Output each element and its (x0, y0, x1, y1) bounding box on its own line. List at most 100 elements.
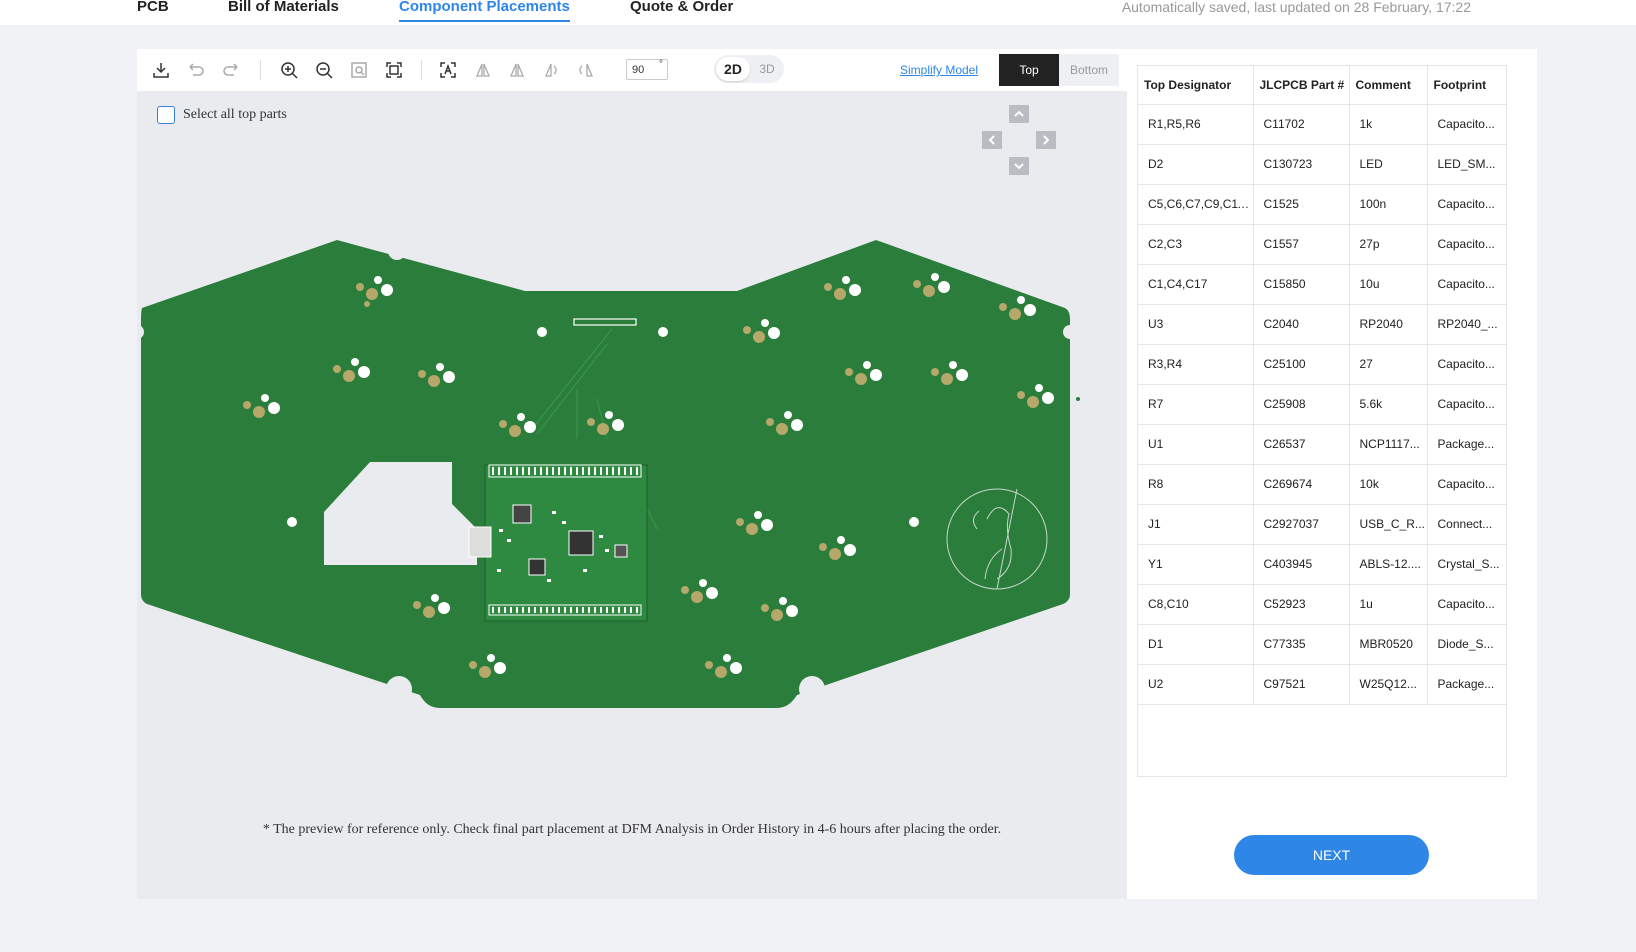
table-row[interactable]: D1 C77335 MBR0520 Diode_S... (1138, 624, 1506, 665)
column-header-footprint[interactable]: Footprint (1427, 66, 1506, 105)
fit-screen-icon[interactable] (383, 59, 405, 81)
cell-part-number: C77335 (1253, 624, 1350, 665)
table-header-row: Top Designator JLCPCB Part # Comment Foo… (1138, 66, 1506, 105)
table-row[interactable]: C1,C4,C17 C15850 10u Capacito... (1138, 264, 1506, 305)
table-row[interactable]: C8,C10 C52923 1u Capacito... (1138, 584, 1506, 625)
cell-part-number: C1557 (1253, 224, 1350, 265)
tab-bill-of-materials[interactable]: Bill of Materials (228, 0, 339, 15)
tab-quote-order[interactable]: Quote & Order (630, 0, 733, 15)
cell-footprint: Diode_S... (1427, 624, 1506, 665)
mode-2d-button[interactable]: 2D (716, 57, 750, 81)
cell-part-number: C2040 (1253, 304, 1350, 345)
cell-designator: R8 (1138, 464, 1254, 505)
text-toggle-icon[interactable] (437, 59, 459, 81)
cell-designator: U3 (1138, 304, 1254, 345)
undo-icon[interactable] (185, 59, 207, 81)
placement-parts-table: Top Designator JLCPCB Part # Comment Foo… (1137, 65, 1507, 777)
table-row[interactable]: D2 C130723 LED LED_SM... (1138, 144, 1506, 185)
cell-footprint: Capacito... (1427, 384, 1506, 425)
side-top-button[interactable]: Top (999, 54, 1059, 86)
column-header-designator[interactable]: Top Designator (1138, 66, 1254, 105)
cell-part-number: C269674 (1253, 464, 1350, 505)
cell-designator: C8,C10 (1138, 584, 1254, 625)
cell-comment: 10u (1349, 264, 1428, 305)
cell-designator: J1 (1138, 504, 1254, 545)
table-row[interactable]: U1 C26537 NCP1117... Package... (1138, 424, 1506, 465)
pan-right-button[interactable] (1036, 131, 1056, 149)
cell-comment: W25Q12... (1349, 664, 1428, 705)
next-button[interactable]: NEXT (1234, 835, 1429, 875)
cell-designator: Y1 (1138, 544, 1254, 585)
rotation-value: 90 (632, 64, 645, 76)
cell-part-number: C11702 (1253, 104, 1350, 145)
cell-footprint: Capacito... (1427, 184, 1506, 225)
table-row[interactable]: C2,C3 C1557 27p Capacito... (1138, 224, 1506, 265)
table-row[interactable]: R8 C269674 10k Capacito... (1138, 464, 1506, 505)
flip-vertical-icon[interactable] (506, 59, 528, 81)
toolbar-divider (421, 60, 422, 80)
pan-down-button[interactable] (1009, 157, 1029, 175)
cell-footprint: Connect... (1427, 504, 1506, 545)
cell-part-number: C2927037 (1253, 504, 1350, 545)
table-row[interactable]: R7 C25908 5.6k Capacito... (1138, 384, 1506, 425)
cell-comment: ABLS-12.... (1349, 544, 1428, 585)
simplify-model-link[interactable]: Simplify Model (900, 63, 978, 77)
table-row[interactable]: U2 C97521 W25Q12... Package... (1138, 664, 1506, 705)
cell-comment: LED (1349, 144, 1428, 185)
select-all-checkbox[interactable] (157, 106, 175, 124)
cell-comment: 5.6k (1349, 384, 1428, 425)
cell-part-number: C52923 (1253, 584, 1350, 625)
download-icon[interactable] (150, 59, 172, 81)
cell-designator: C5,C6,C7,C9,C11... (1138, 184, 1254, 225)
table-row[interactable]: C5,C6,C7,C9,C11... C1525 100n Capacito... (1138, 184, 1506, 225)
cell-part-number: C1525 (1253, 184, 1350, 225)
cell-part-number: C97521 (1253, 664, 1350, 705)
cell-designator: U2 (1138, 664, 1254, 705)
cell-footprint: Capacito... (1427, 224, 1506, 265)
top-navigation: PCB Bill of Materials Component Placemen… (0, 0, 1636, 25)
cell-footprint: LED_SM... (1427, 144, 1506, 185)
cell-designator: U1 (1138, 424, 1254, 465)
column-header-comment[interactable]: Comment (1349, 66, 1428, 105)
cell-footprint: RP2040_... (1427, 304, 1506, 345)
cell-designator: R1,R5,R6 (1138, 104, 1254, 145)
rotate-left-icon[interactable] (540, 59, 562, 81)
table-row[interactable]: R1,R5,R6 C11702 1k Capacito... (1138, 104, 1506, 145)
viewer-toolbar: 90 ° 2D 3D Simplify Model Top Bottom (137, 49, 1127, 91)
tab-pcb[interactable]: PCB (137, 0, 169, 15)
rotation-angle-input[interactable]: 90 ° (626, 59, 668, 80)
table-row[interactable]: J1 C2927037 USB_C_R... Connect... (1138, 504, 1506, 545)
zoom-area-icon[interactable] (348, 59, 370, 81)
cell-part-number: C15850 (1253, 264, 1350, 305)
tab-component-placements[interactable]: Component Placements (399, 0, 570, 22)
flip-horizontal-icon[interactable] (472, 59, 494, 81)
select-all-top-parts[interactable]: Select all top parts (157, 106, 287, 124)
table-row[interactable]: Y1 C403945 ABLS-12.... Crystal_S... (1138, 544, 1506, 585)
pan-left-button[interactable] (982, 131, 1002, 149)
mode-3d-button[interactable]: 3D (752, 57, 782, 81)
redo-icon[interactable] (220, 59, 242, 81)
toolbar-divider (260, 60, 261, 80)
zoom-out-icon[interactable] (313, 59, 335, 81)
cell-designator: R3,R4 (1138, 344, 1254, 385)
pan-up-button[interactable] (1009, 105, 1029, 123)
cell-footprint: Crystal_S... (1427, 544, 1506, 585)
cell-footprint: Capacito... (1427, 344, 1506, 385)
cell-comment: NCP1117... (1349, 424, 1428, 465)
rotation-unit: ° (659, 59, 663, 70)
pcb-board-render[interactable] (137, 229, 1127, 729)
side-bottom-button[interactable]: Bottom (1059, 54, 1119, 86)
table-row[interactable]: R3,R4 C25100 27 Capacito... (1138, 344, 1506, 385)
cell-designator: D1 (1138, 624, 1254, 665)
cell-footprint: Capacito... (1427, 584, 1506, 625)
table-row[interactable]: U3 C2040 RP2040 RP2040_... (1138, 304, 1506, 345)
cell-comment: 27p (1349, 224, 1428, 265)
pcb-viewer[interactable]: 90 ° 2D 3D Simplify Model Top Bottom Sel… (137, 49, 1127, 899)
zoom-in-icon[interactable] (278, 59, 300, 81)
cell-part-number: C130723 (1253, 144, 1350, 185)
rotate-right-icon[interactable] (574, 59, 596, 81)
column-header-part-number[interactable]: JLCPCB Part # (1253, 66, 1350, 105)
cell-comment: 1u (1349, 584, 1428, 625)
cell-footprint: Package... (1427, 664, 1506, 705)
cell-designator: D2 (1138, 144, 1254, 185)
